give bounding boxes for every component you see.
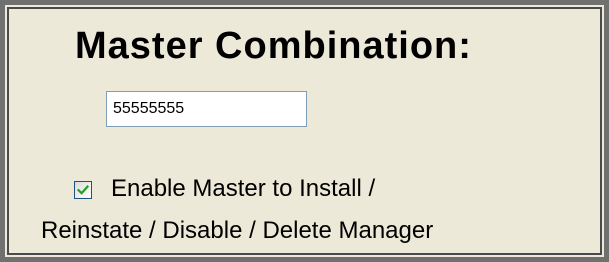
enable-master-label[interactable]: Enable Master to Install / [111,175,375,204]
master-combination-input[interactable] [106,91,307,127]
check-mark-icon [77,185,89,195]
panel-title: Master Combination: [75,25,472,67]
master-combination-panel: Master Combination: Enable Master to Ins… [0,0,609,262]
enable-master-checkbox[interactable] [74,181,92,199]
enable-master-label-continued[interactable]: Reinstate / Disable / Delete Manager [41,217,433,246]
